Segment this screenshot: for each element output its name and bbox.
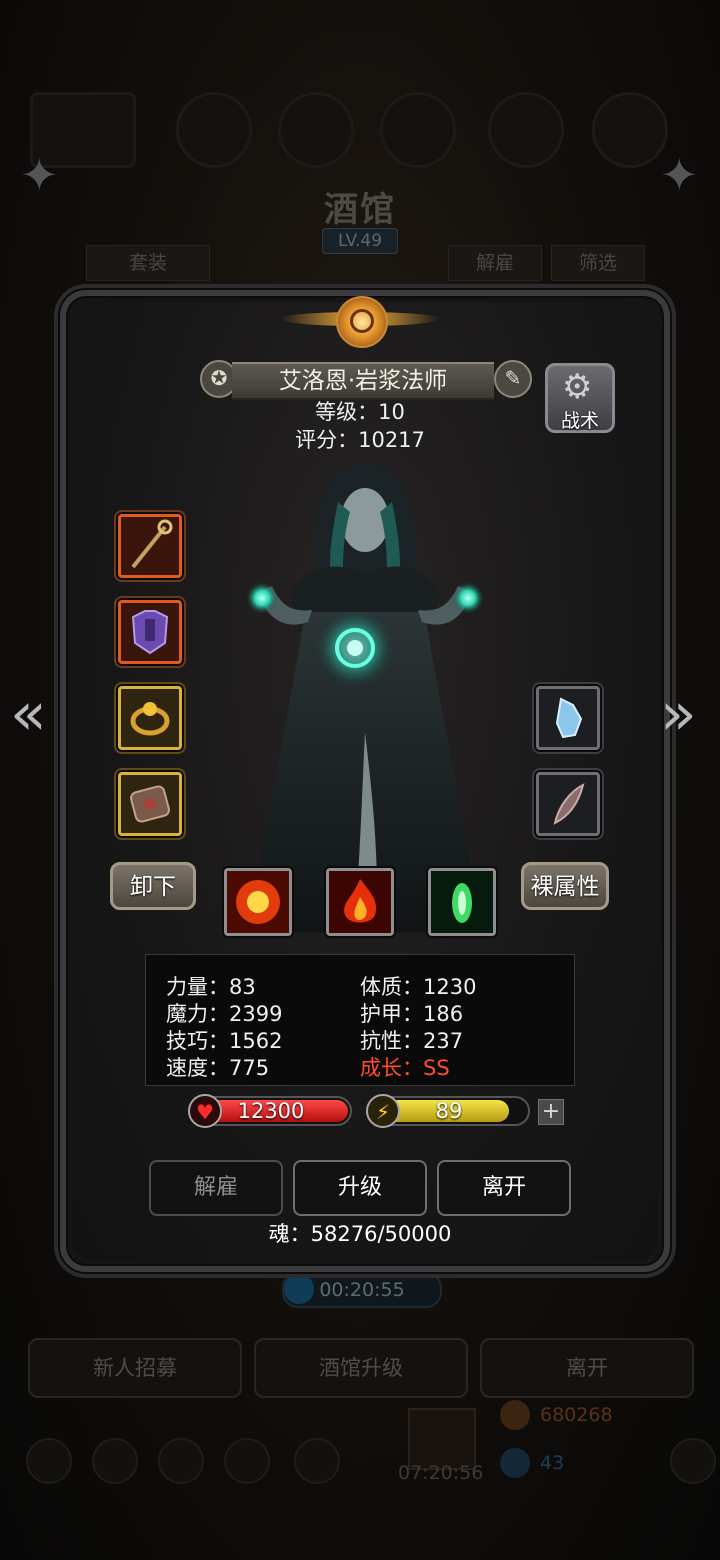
- bg-gold-amount: 680268: [540, 1404, 613, 1426]
- skill-slot-3[interactable]: [428, 868, 496, 936]
- unequip-button[interactable]: 卸下: [110, 862, 196, 910]
- frame-spikes-right: ✦: [660, 148, 699, 202]
- bg-leave-button: 离开: [480, 1338, 694, 1398]
- gem-slot-2[interactable]: [536, 772, 600, 836]
- ring-icon: [130, 702, 170, 736]
- attributes-panel: 力量：83 体质：1230 魔力：2399 护甲：186 技巧：1562 抗性：…: [145, 954, 575, 1086]
- fire-burst-icon: [227, 871, 289, 933]
- gem-slot-1[interactable]: [536, 686, 600, 750]
- attr-strength: 力量：83: [166, 975, 256, 999]
- bg-page-title: 酒馆: [324, 190, 396, 230]
- attr-magic: 魔力：2399: [166, 1002, 283, 1026]
- base-attributes-button[interactable]: 裸属性: [521, 862, 609, 910]
- bg-nav-icon-4: [224, 1438, 270, 1484]
- bg-hero-slot-3: [380, 92, 456, 168]
- bg-recruit-button: 新人招募: [28, 1338, 242, 1398]
- bg-nav-icon-1: [26, 1438, 72, 1484]
- bg-chest-timer: 07:20:56: [398, 1462, 484, 1484]
- gear-icon: ⚙: [562, 367, 593, 407]
- clock-icon: [284, 1274, 314, 1304]
- attr-growth: 成长：SS: [360, 1056, 450, 1080]
- gem-icon: [500, 1448, 530, 1478]
- edit-icon[interactable]: ✎: [494, 360, 532, 398]
- weapon-slot[interactable]: [118, 514, 182, 578]
- bg-hero-slot-5: [592, 92, 668, 168]
- bracer-icon: [130, 785, 170, 823]
- armor-slot[interactable]: [118, 600, 182, 664]
- heart-icon: ♥: [188, 1094, 222, 1128]
- dismiss-button[interactable]: 解雇: [149, 1160, 283, 1216]
- gold-coin-icon: [500, 1400, 530, 1430]
- bracer-slot[interactable]: [118, 772, 182, 836]
- bg-nav-icon-2: [92, 1438, 138, 1484]
- chevron-right-icon[interactable]: »: [660, 684, 697, 744]
- skill-slot-1[interactable]: [224, 868, 292, 936]
- nature-energy-icon: [431, 871, 493, 933]
- flame-icon: [329, 871, 391, 933]
- ring-slot[interactable]: [118, 686, 182, 750]
- bg-nav-icon-6: [670, 1438, 716, 1484]
- tactics-label: 战术: [560, 410, 599, 432]
- energy-bar: 89 ⚡: [366, 1094, 530, 1128]
- bg-hero-slot-1: [176, 92, 252, 168]
- attr-armor: 护甲：186: [360, 1002, 464, 1026]
- add-energy-button[interactable]: +: [538, 1099, 564, 1125]
- skill-slot-2[interactable]: [326, 868, 394, 936]
- bg-tab-dismiss: 解雇: [448, 245, 542, 281]
- soul-counter: 魂：58276/50000: [268, 1222, 452, 1246]
- ice-crystal-icon: [555, 697, 583, 739]
- bg-gem-amount: 43: [540, 1452, 565, 1474]
- hero-name: 艾洛恩·岩浆法师: [232, 362, 494, 400]
- chest-armor-icon: [131, 610, 169, 655]
- bg-tavern-upgrade-button: 酒馆升级: [254, 1338, 468, 1398]
- bg-timer-text: 00:20:55: [319, 1279, 405, 1301]
- lightning-icon: ⚡: [366, 1094, 400, 1128]
- upgrade-button[interactable]: 升级: [293, 1160, 427, 1216]
- frame-spikes-left: ✦: [20, 148, 59, 202]
- bg-timer: 00:20:55: [282, 1272, 442, 1308]
- bg-nav-icon-3: [158, 1438, 204, 1484]
- bg-hero-slot-4: [488, 92, 564, 168]
- attr-speed: 速度：775: [166, 1056, 270, 1080]
- attr-skill: 技巧：1562: [166, 1029, 283, 1053]
- bg-chest-icon: [408, 1408, 476, 1470]
- hero-portrait: [246, 464, 484, 932]
- bg-level-badge: LV.49: [322, 228, 398, 254]
- attr-resistance: 抗性：237: [360, 1029, 464, 1053]
- staff-icon: [131, 519, 173, 569]
- emblem-icon: [336, 296, 388, 348]
- leave-button[interactable]: 离开: [437, 1160, 571, 1216]
- feather-icon: [553, 783, 585, 825]
- attr-constitution: 体质：1230: [360, 975, 477, 999]
- hp-bar: 12300 ♥: [188, 1094, 352, 1128]
- bg-tab-filter: 筛选: [551, 245, 645, 281]
- bg-hero-slot-2: [278, 92, 354, 168]
- chevron-left-icon[interactable]: «: [10, 684, 47, 744]
- panel-emblem: [270, 290, 450, 350]
- bg-tab-set: 套装: [86, 245, 210, 281]
- bg-nav-icon-5: [294, 1438, 340, 1484]
- tactics-button[interactable]: ⚙ 战术: [545, 363, 615, 433]
